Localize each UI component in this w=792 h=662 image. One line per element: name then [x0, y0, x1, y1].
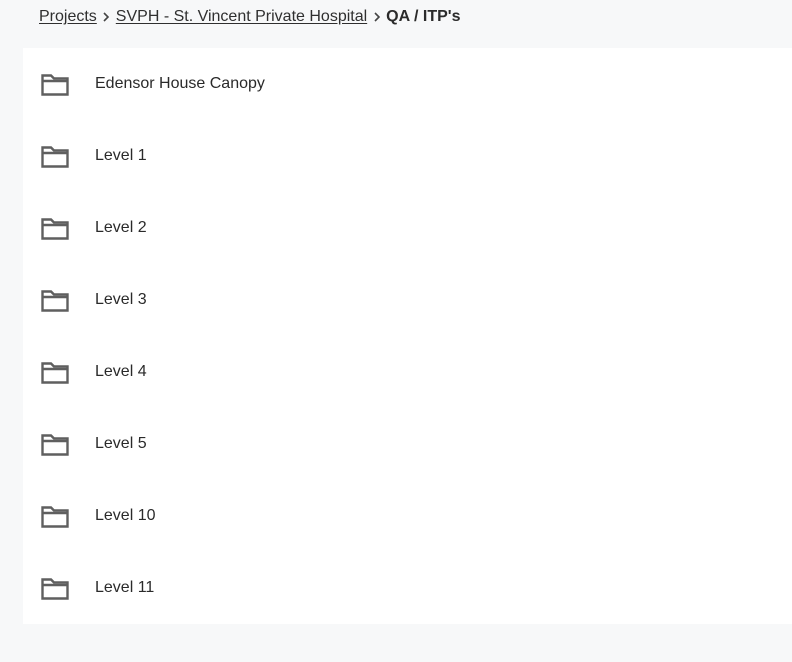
folder-row-level-2[interactable]: Level 2 — [23, 192, 792, 264]
folder-label: Level 3 — [95, 291, 147, 308]
breadcrumb: Projects SVPH - St. Vincent Private Hosp… — [39, 6, 461, 28]
folder-row-level-5[interactable]: Level 5 — [23, 408, 792, 480]
folder-label: Level 10 — [95, 507, 156, 524]
folder-row-level-3[interactable]: Level 3 — [23, 264, 792, 336]
folder-label: Level 2 — [95, 219, 147, 236]
folder-label: Level 5 — [95, 435, 147, 452]
folder-icon — [40, 143, 70, 169]
folder-label: Level 11 — [95, 579, 155, 596]
folder-row-level-1[interactable]: Level 1 — [23, 120, 792, 192]
folder-icon — [40, 431, 70, 457]
folder-row-level-4[interactable]: Level 4 — [23, 336, 792, 408]
breadcrumb-link-project[interactable]: SVPH - St. Vincent Private Hospital — [116, 8, 367, 26]
folder-row-edensor-house-canopy[interactable]: Edensor House Canopy — [23, 48, 792, 120]
folder-icon — [40, 503, 70, 529]
folder-icon — [40, 287, 70, 313]
folder-icon — [40, 359, 70, 385]
folder-icon — [40, 71, 70, 97]
folder-label: Edensor House Canopy — [95, 75, 265, 92]
folder-icon — [40, 215, 70, 241]
breadcrumb-current: QA / ITP's — [386, 8, 461, 25]
folder-label: Level 4 — [95, 363, 147, 380]
folder-panel: Edensor House Canopy Level 1 Level 2 Lev… — [23, 48, 792, 624]
folder-icon — [40, 575, 70, 601]
folder-list: Edensor House Canopy Level 1 Level 2 Lev… — [23, 48, 792, 624]
chevron-right-icon — [367, 11, 386, 23]
breadcrumb-link-projects[interactable]: Projects — [39, 8, 97, 26]
folder-row-level-11[interactable]: Level 11 — [23, 552, 792, 624]
chevron-right-icon — [97, 11, 116, 23]
folder-row-level-10[interactable]: Level 10 — [23, 480, 792, 552]
folder-label: Level 1 — [95, 147, 147, 164]
